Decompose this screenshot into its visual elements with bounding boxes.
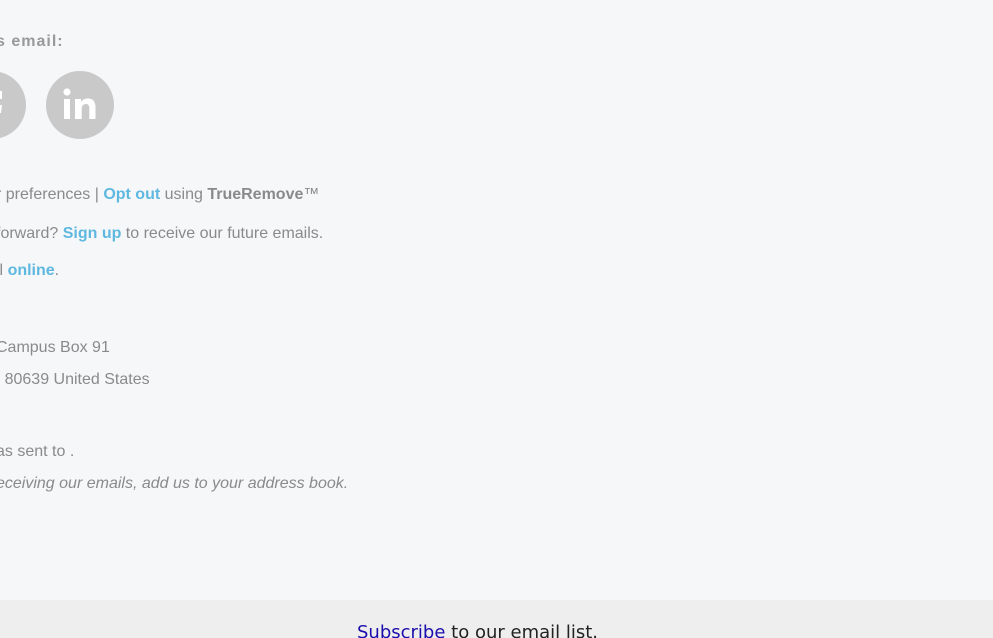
share-heading: s email: — [0, 33, 64, 50]
subscribe-text: to our email list. — [445, 622, 599, 638]
subscribe-bar: Subscribe to our email list. — [0, 600, 993, 638]
forward-suffix: to receive our future emails. — [121, 225, 324, 242]
forward-prefix: forward? — [0, 225, 63, 242]
using-text: using — [160, 186, 208, 203]
online-suffix: . — [54, 262, 60, 279]
preferences-line: r preferences | Opt out using TrueRemove… — [0, 186, 319, 204]
online-link[interactable]: online — [8, 262, 55, 279]
facebook-icon[interactable] — [0, 71, 26, 139]
subscribe-link[interactable]: Subscribe — [357, 622, 445, 638]
forward-line: forward? Sign up to receive our future e… — [0, 225, 323, 243]
subscribe-line: Subscribe to our email list. — [357, 622, 598, 638]
email-footer: s email: r preferences | Opt out using T… — [0, 0, 993, 600]
view-online-line: il online. — [0, 262, 59, 280]
preferences-prefix: r preferences | — [0, 186, 104, 203]
sent-to-line: as sent to . — [0, 443, 75, 460]
sign-up-link[interactable]: Sign up — [63, 225, 122, 242]
opt-out-link[interactable]: Opt out — [103, 186, 160, 203]
address-line-2: | 80639 United States — [0, 371, 150, 388]
trademark-symbol: ™ — [303, 186, 320, 203]
address-line-1: Campus Box 91 — [0, 339, 110, 356]
online-prefix: il — [0, 262, 4, 279]
linkedin-icon[interactable] — [46, 71, 114, 139]
address-book-line: eceiving our emails, add us to your addr… — [0, 475, 349, 492]
trueremove-brand: TrueRemove — [207, 186, 304, 203]
